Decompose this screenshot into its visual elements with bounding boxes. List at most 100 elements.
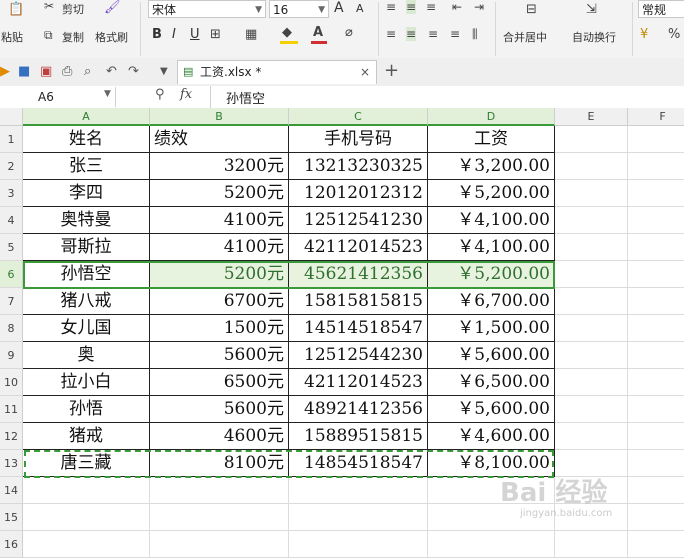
cell[interactable]: 奥 <box>23 342 150 369</box>
cell[interactable] <box>628 396 684 423</box>
cell[interactable]: 12512541230 <box>289 207 428 234</box>
align-center-icon[interactable]: ≡ <box>406 27 417 41</box>
cell[interactable]: 5600元 <box>150 342 289 369</box>
number-format-select[interactable]: 常规 <box>638 0 684 18</box>
align-right-icon[interactable]: ≡ <box>428 27 438 41</box>
column-header-0[interactable]: A <box>23 108 150 126</box>
undo-icon[interactable]: ↶ <box>106 64 117 79</box>
cell[interactable]: 1500元 <box>150 315 289 342</box>
customize-dropdown-icon[interactable]: ▼ <box>160 66 168 77</box>
cell[interactable]: 15889515815 <box>289 423 428 450</box>
cell[interactable]: 12012012312 <box>289 180 428 207</box>
column-header-3[interactable]: D <box>428 108 555 126</box>
row-header[interactable]: 10 <box>0 369 23 396</box>
cell[interactable] <box>555 369 628 396</box>
font-color-icon[interactable]: A <box>313 25 323 40</box>
cell[interactable] <box>628 423 684 450</box>
cell[interactable] <box>555 531 628 558</box>
indent-increase-icon[interactable]: ⇥ <box>474 0 484 14</box>
distribute-icon[interactable]: ⫼ <box>472 27 478 42</box>
cell[interactable] <box>628 504 684 531</box>
copy-button[interactable]: 复制 <box>62 29 84 45</box>
clear-format-icon[interactable]: ⌀ <box>345 25 353 40</box>
cell[interactable] <box>628 342 684 369</box>
cell[interactable] <box>628 261 684 288</box>
paste-button[interactable]: 粘贴 <box>1 29 23 45</box>
cell[interactable]: 42112014523 <box>289 369 428 396</box>
cell[interactable]: 哥斯拉 <box>23 234 150 261</box>
row-header[interactable]: 9 <box>0 342 23 369</box>
row-header[interactable]: 5 <box>0 234 23 261</box>
cell[interactable]: 工资 <box>428 126 555 153</box>
cell[interactable]: ￥5,600.00 <box>428 396 555 423</box>
select-all-corner[interactable] <box>0 108 23 126</box>
cell[interactable] <box>289 531 428 558</box>
wrap-text-button[interactable]: 自动换行 <box>572 29 616 45</box>
cell[interactable] <box>628 288 684 315</box>
wrap-text-icon[interactable]: ⇲ <box>586 2 597 17</box>
cell[interactable]: ￥6,700.00 <box>428 288 555 315</box>
underline-button[interactable]: U <box>190 27 200 42</box>
cell[interactable]: 5600元 <box>150 396 289 423</box>
cell[interactable]: ￥5,200.00 <box>428 180 555 207</box>
cell[interactable]: 猪八戒 <box>23 288 150 315</box>
row-header[interactable]: 13 <box>0 450 23 477</box>
cell[interactable]: 4100元 <box>150 207 289 234</box>
add-tab-icon[interactable]: + <box>384 60 399 81</box>
cell[interactable] <box>555 153 628 180</box>
cell[interactable] <box>628 153 684 180</box>
cell[interactable] <box>289 477 428 504</box>
cell[interactable] <box>555 288 628 315</box>
chevron-down-icon[interactable]: ▼ <box>104 89 111 99</box>
percent-icon[interactable]: % <box>668 27 680 42</box>
print-preview-icon[interactable]: ⌕ <box>84 64 91 79</box>
export-pdf-icon[interactable]: ▣ <box>40 64 52 79</box>
cell[interactable] <box>628 126 684 153</box>
cell[interactable] <box>555 234 628 261</box>
close-tab-icon[interactable]: × <box>360 61 370 83</box>
row-header[interactable]: 3 <box>0 180 23 207</box>
cell[interactable]: ￥3,200.00 <box>428 153 555 180</box>
column-header-2[interactable]: C <box>289 108 428 126</box>
cell[interactable] <box>555 396 628 423</box>
row-header[interactable]: 12 <box>0 423 23 450</box>
cell[interactable]: 6700元 <box>150 288 289 315</box>
cell[interactable]: 5200元 <box>150 180 289 207</box>
cell[interactable]: 14854518547 <box>289 450 428 477</box>
align-bottom-icon[interactable]: ≡ <box>426 0 436 14</box>
cell[interactable] <box>555 342 628 369</box>
format-painter-icon[interactable]: 🖌 <box>104 0 121 15</box>
cell[interactable]: 13213230325 <box>289 153 428 180</box>
cell[interactable]: ￥1,500.00 <box>428 315 555 342</box>
cell[interactable]: 拉小白 <box>23 369 150 396</box>
cell[interactable]: ￥6,500.00 <box>428 369 555 396</box>
column-header-5[interactable]: F <box>628 108 684 126</box>
cell[interactable] <box>150 531 289 558</box>
cell[interactable] <box>23 477 150 504</box>
cell[interactable]: 4600元 <box>150 423 289 450</box>
cell[interactable] <box>23 504 150 531</box>
cell[interactable] <box>428 531 555 558</box>
merge-center-button[interactable]: 合并居中 <box>503 29 547 45</box>
cell[interactable]: 奥特曼 <box>23 207 150 234</box>
cell[interactable]: 孙悟空 <box>23 261 150 288</box>
align-middle-icon[interactable]: ≡ <box>406 0 417 14</box>
cell[interactable] <box>555 423 628 450</box>
tab-workbook[interactable]: ▤ 工资.xlsx * × <box>177 60 377 84</box>
bold-button[interactable]: B <box>152 27 162 42</box>
cell[interactable] <box>628 369 684 396</box>
cell[interactable]: 绩效 <box>150 126 289 153</box>
row-header[interactable]: 8 <box>0 315 23 342</box>
print-icon[interactable]: ⎙ <box>62 64 72 79</box>
cell[interactable]: 42112014523 <box>289 234 428 261</box>
column-header-1[interactable]: B <box>150 108 289 126</box>
cell[interactable]: ￥4,600.00 <box>428 423 555 450</box>
merge-center-icon[interactable]: ⊟ <box>526 2 537 17</box>
formula-input[interactable]: 孙悟空 <box>226 88 265 107</box>
cell[interactable]: 女儿国 <box>23 315 150 342</box>
cell[interactable] <box>628 207 684 234</box>
cell[interactable]: 李四 <box>23 180 150 207</box>
cell[interactable] <box>555 261 628 288</box>
function-button[interactable]: fx <box>180 87 192 102</box>
font-size-select[interactable]: 16 ▼ <box>269 0 329 18</box>
